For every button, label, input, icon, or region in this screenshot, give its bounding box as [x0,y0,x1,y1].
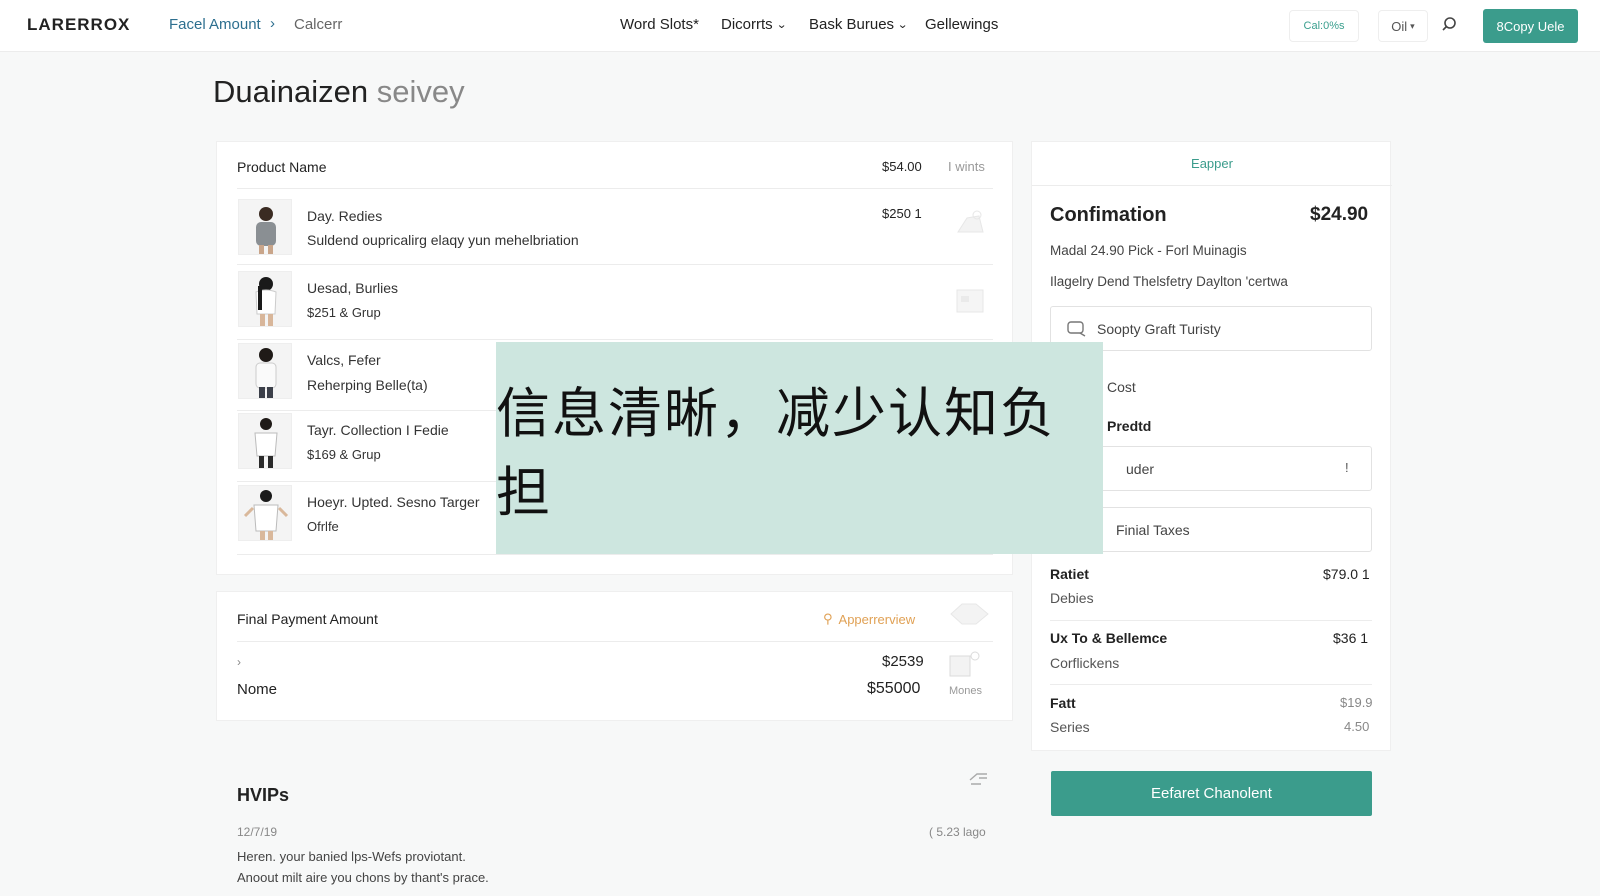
share-icon[interactable] [967,768,991,788]
product-thumbnail [238,271,292,327]
address-input-value: uder [1126,461,1155,477]
summary-line-2: Ilagelry Dend Thelsfetry Daylton 'certwa [1050,274,1288,289]
summary-title: Confimation [1050,204,1167,226]
select-value: Oil [1391,18,1408,34]
breadcrumb-chevron-icon: › [270,15,275,32]
column-header-product-name: Product Name [237,159,327,175]
product-thumbnail [238,343,292,399]
tab-eapper[interactable]: Eapper [1032,142,1392,186]
logo[interactable]: LARERROX [27,15,130,35]
top-bar: LARERROX Facel Amount › Calcerr Word Slo… [0,0,1600,52]
page-title-main: Duainaizen [213,74,369,109]
product-title: Uesad, Burlies [307,280,399,296]
receipt-icon [947,648,981,682]
summary-row-value: $19.9 [1340,695,1373,710]
promo-input-value: Soopty Graft Turisty [1097,321,1221,337]
column-header-price: $54.00 [882,159,922,174]
chevron-down-icon: ▾ [1410,20,1415,31]
nav-item-gellewings[interactable]: Gellewings [925,16,998,33]
wallet-icon [948,596,990,630]
alert-icon: ! [1345,460,1349,475]
divider [1050,684,1372,685]
overlay-banner: 信息清晰，减少认知负担 [496,342,1103,554]
product-subtitle: Suldend oupricalirg elaqy yun mehelbriat… [307,232,579,248]
breadcrumb-item-2[interactable]: Calcerr [294,16,342,33]
nav-label: Gellewings [925,16,999,33]
payment-label: Final Payment Amount [237,611,378,627]
nav-label: Word Slots* [620,16,699,33]
oil-select[interactable]: Oil ▾ [1378,10,1428,42]
summary-row-value: $36 1 [1333,630,1369,646]
summary-row-value: $79.0 1 [1323,566,1370,582]
copy-button[interactable]: 8Copy Uele [1483,9,1578,43]
product-preview-icon[interactable] [953,206,987,240]
product-title: Valcs, Fefer [307,352,381,368]
hvips-line-1: Heren. your banied lps-Wefs proviotant. [237,849,466,864]
hvips-line-2: Anoout milt aire you chons by thant's pr… [237,870,489,885]
overview-link[interactable]: ⚲ Apperrerview [823,611,915,627]
breadcrumb-item-1[interactable]: Facel Amount [169,16,261,33]
search-icon: ⚲ [823,611,833,626]
chevron-down-icon: ⌄ [775,19,787,31]
summary-row-label: Ratiet [1050,566,1089,582]
expand-chevron-icon[interactable]: › [237,655,241,669]
chat-icon [1067,320,1087,338]
divider [237,188,993,189]
hvips-date: 12/7/19 [237,825,278,839]
final-payment-card: Final Payment Amount ⚲ Apperrerview › $2… [216,591,1013,721]
product-preview-icon[interactable] [953,282,987,316]
confirm-button[interactable]: Eefaret Chanolent [1051,771,1372,816]
summary-total: $24.90 [1310,204,1369,225]
summary-row-sub: Corflickens [1050,655,1120,671]
hvips-meta: ( 5.23 lago [929,825,986,839]
divider [1050,620,1372,621]
summary-row-label: Fatt [1050,695,1076,711]
product-title: Hoeyr. Upted. Sesno Targer [307,494,480,510]
section-title: HVIPs [237,785,290,805]
nav-item-bask-burues[interactable]: Bask Burues ⌄ [809,16,909,33]
product-price: $250 1 [882,206,922,221]
product-subtitle: $169 & Grup [307,447,381,462]
list-item[interactable]: Uesad, Burlies $251 & Grup [217,270,1014,336]
product-thumbnail [238,413,292,469]
product-title: Day. Redies [307,208,383,224]
payment-row-label: Nome [237,681,278,698]
product-subtitle: Ofrlfe [307,519,339,534]
taxes-input-value: Finial Taxes [1116,522,1190,538]
product-subtitle: $251 & Grup [307,305,381,320]
summary-row-sub: Debies [1050,590,1094,606]
product-subtitle: Reherping Belle(ta) [307,377,428,393]
payment-value: $2539 [882,653,924,670]
overview-link-label: Apperrerview [838,611,916,627]
summary-row-sub: Series [1050,719,1090,735]
nav-label: Dicorrts [721,16,773,33]
payment-row-value: $55000 [867,680,921,697]
nav-item-word-slots[interactable]: Word Slots* [620,16,699,33]
section-label: Predtd [1107,418,1152,434]
summary-line-1: Madal 24.90 Pick - Forl Muinagis [1050,243,1247,258]
product-title: Tayr. Collection I Fedie [307,422,449,438]
search-icon[interactable] [1438,14,1460,36]
cost-label: Cost [1107,379,1136,395]
summary-row-label: Ux To & Bellemce [1050,630,1168,646]
divider [237,554,993,555]
nav-label: Bask Burues [809,16,895,33]
divider [237,641,993,642]
page-title-light: seivey [376,74,465,109]
column-header-units: I wints [948,159,985,174]
product-thumbnail [238,199,292,255]
nav-item-dicorrts[interactable]: Dicorrts ⌄ [721,16,787,33]
chevron-down-icon: ⌄ [897,19,909,31]
page-title: Duainaizen seivey [213,74,465,110]
summary-row-value-2: 4.50 [1344,719,1370,734]
product-thumbnail [238,485,292,541]
divider [237,264,993,265]
icon-caption: Mones [949,685,983,697]
divider [237,339,993,340]
list-item[interactable]: Day. Redies Suldend oupricalirg elaqy yu… [217,198,1014,264]
status-button[interactable]: Cal:0%s [1289,10,1359,42]
